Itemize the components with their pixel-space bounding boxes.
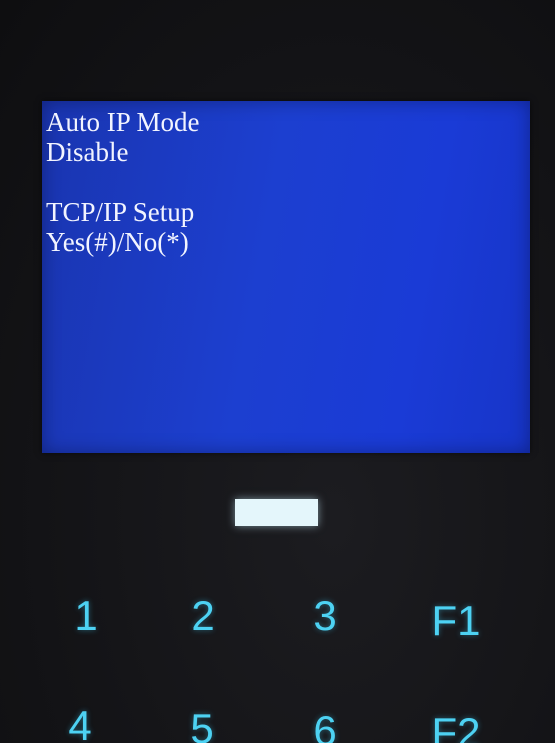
key-1[interactable]: 1 xyxy=(70,595,102,637)
screen-line-value: Disable xyxy=(46,137,129,167)
screen-line-prompt-title: TCP/IP Setup xyxy=(46,197,195,227)
lcd-screen: Auto IP Mode Disable TCP/IP Setup Yes(#)… xyxy=(42,101,530,453)
key-5[interactable]: 5 xyxy=(186,708,218,743)
screen-line-title: Auto IP Mode xyxy=(46,107,200,137)
screen-menu: Auto IP Mode Disable TCP/IP Setup Yes(#)… xyxy=(46,107,200,257)
key-f1[interactable]: F1 xyxy=(421,600,491,642)
terminal-device: Auto IP Mode Disable TCP/IP Setup Yes(#)… xyxy=(0,0,555,743)
screen-line-blank xyxy=(46,167,200,197)
status-indicator-light xyxy=(235,499,318,526)
key-2[interactable]: 2 xyxy=(187,595,219,637)
key-4[interactable]: 4 xyxy=(64,705,96,743)
key-6[interactable]: 6 xyxy=(309,710,341,743)
key-3[interactable]: 3 xyxy=(309,595,341,637)
key-f2[interactable]: F2 xyxy=(421,712,491,743)
screen-line-prompt-options: Yes(#)/No(*) xyxy=(46,227,189,257)
